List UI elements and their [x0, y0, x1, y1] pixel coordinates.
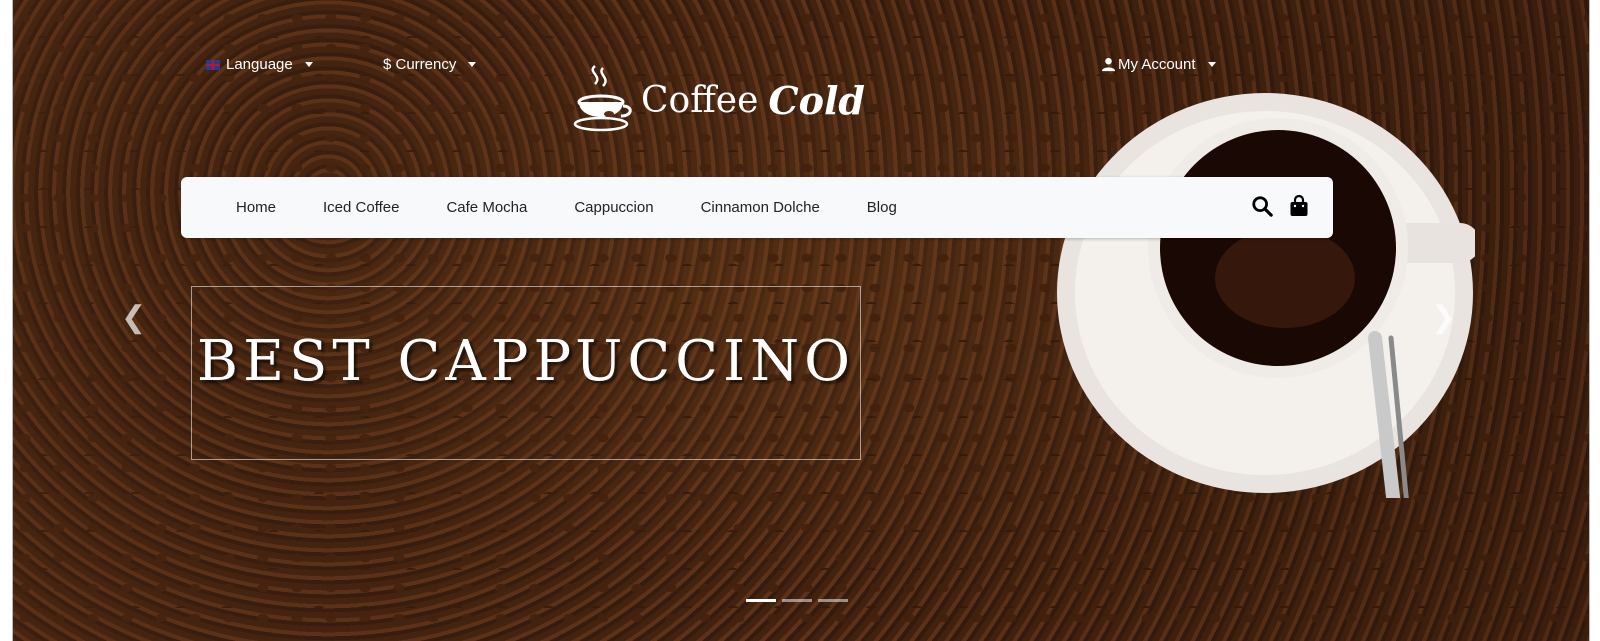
carousel-indicator[interactable] — [782, 599, 812, 602]
nav-item-cafe-mocha[interactable]: Cafe Mocha — [446, 199, 527, 216]
carousel-prev-icon[interactable]: ❮ — [121, 300, 146, 335]
carousel-indicator[interactable] — [818, 599, 848, 602]
currency-dropdown[interactable]: $ Currency — [383, 56, 477, 73]
carousel-indicator[interactable] — [746, 599, 776, 602]
nav-item-home[interactable]: Home — [236, 199, 276, 216]
nav-actions — [1251, 195, 1309, 217]
currency-label: $ Currency — [383, 56, 457, 73]
search-icon[interactable] — [1251, 195, 1273, 217]
shopping-bag-icon[interactable] — [1289, 195, 1309, 217]
brand-logo[interactable]: Coffee Cold — [573, 62, 865, 138]
main-navbar: Home Iced Coffee Cafe Mocha Cappuccion C… — [181, 177, 1333, 238]
brand-word-2: Cold — [768, 77, 866, 123]
language-label: Language — [226, 56, 293, 73]
chevron-down-icon — [1207, 62, 1216, 67]
hero-caption-box: BEST CAPPUCCINO — [191, 286, 861, 460]
hero-headline: BEST CAPPUCCINO — [196, 329, 856, 394]
nav-links: Home Iced Coffee Cafe Mocha Cappuccion C… — [236, 177, 897, 238]
brand-word-1: Coffee — [641, 79, 759, 121]
carousel-indicators — [746, 599, 848, 602]
coffee-cup-logo-icon — [573, 65, 632, 132]
nav-item-cinnamon-dolche[interactable]: Cinnamon Dolche — [701, 199, 820, 216]
language-dropdown[interactable]: Language — [206, 56, 313, 73]
user-icon — [1101, 57, 1116, 72]
carousel-next-icon[interactable]: ❯ — [1431, 300, 1456, 335]
nav-item-cappuccion[interactable]: Cappuccion — [574, 199, 653, 216]
nav-item-blog[interactable]: Blog — [867, 199, 897, 216]
nav-item-iced-coffee[interactable]: Iced Coffee — [323, 199, 399, 216]
account-dropdown[interactable]: My Account — [1101, 56, 1216, 73]
chevron-down-icon — [468, 62, 477, 67]
uk-flag-icon — [206, 59, 220, 70]
coffee-cup-image — [1057, 93, 1475, 498]
hero-carousel: Language $ Currency My Account Coffee Co… — [12, 0, 1590, 641]
chevron-down-icon — [304, 62, 313, 67]
account-label: My Account — [1118, 56, 1196, 73]
